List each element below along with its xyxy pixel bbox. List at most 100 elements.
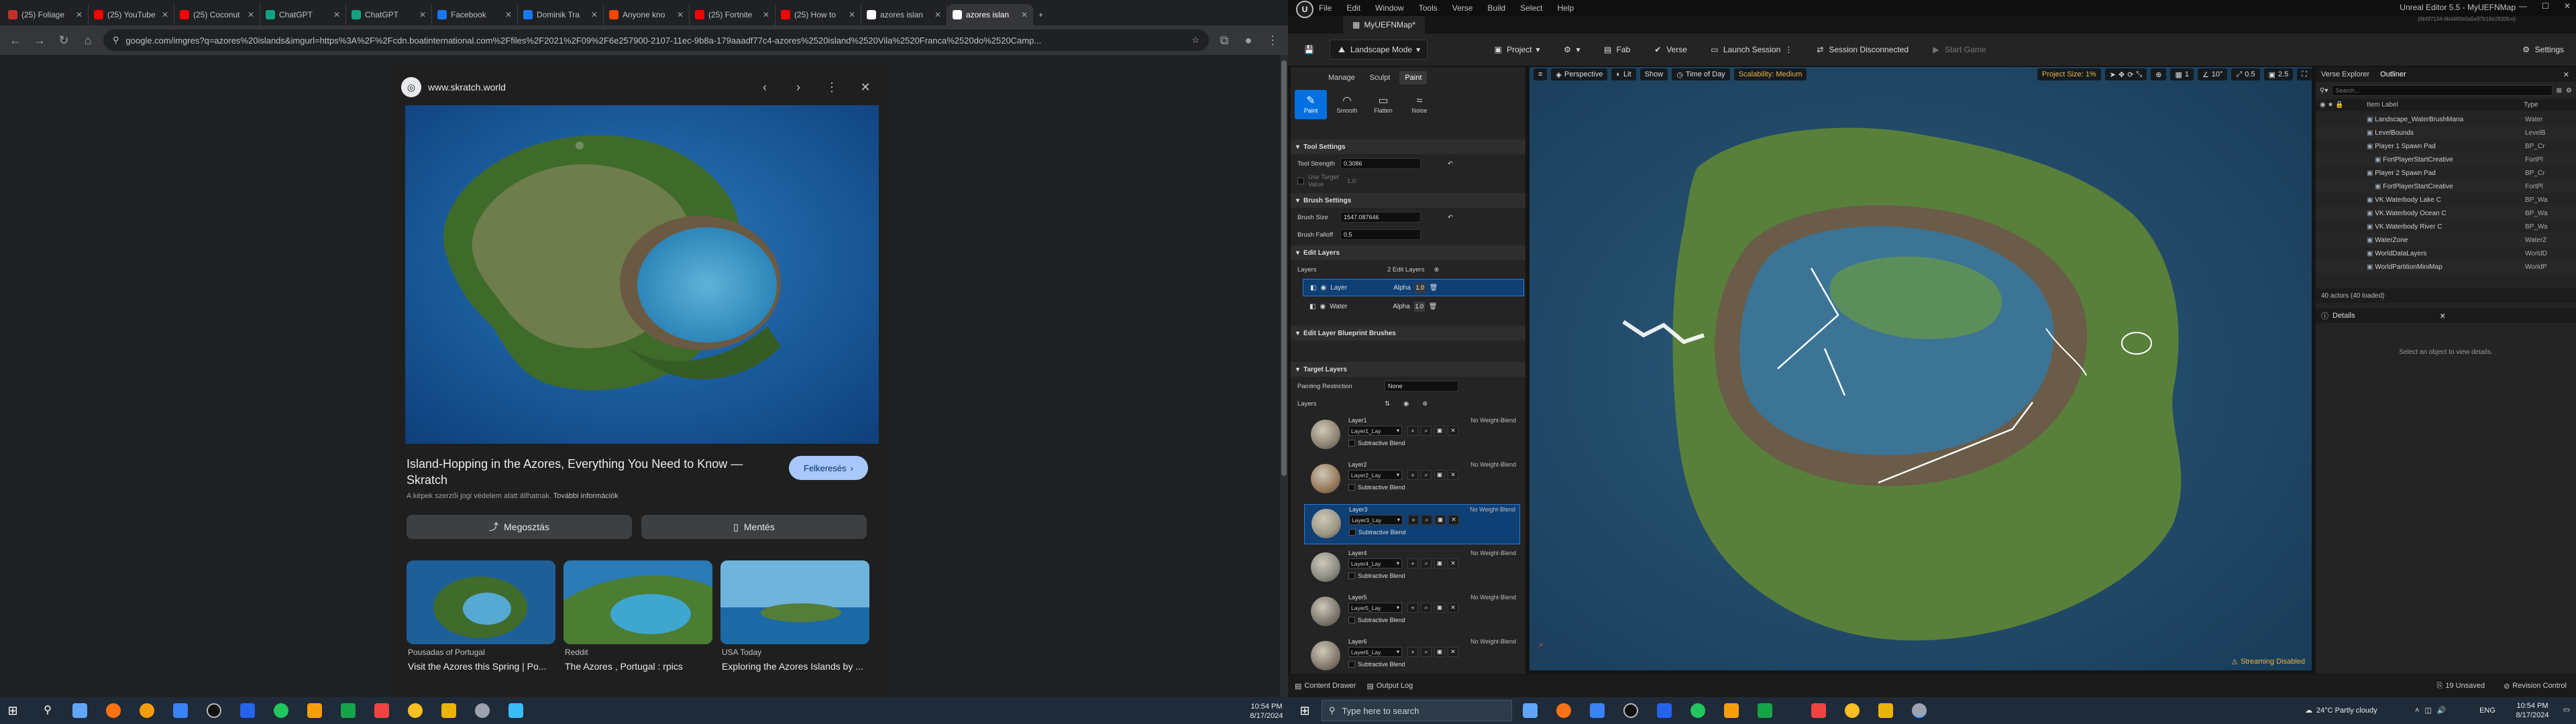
- subtractive-blend[interactable]: Subtractive Blend: [1348, 440, 1405, 446]
- tool-noise[interactable]: ≈ Noise: [1403, 90, 1436, 119]
- bp-brushes-header[interactable]: ▾ Edit Layer Blueprint Brushes: [1291, 326, 1525, 341]
- add-layer-info-icon[interactable]: +: [1407, 470, 1418, 480]
- edit-layers-header[interactable]: ▾ Edit Layers: [1291, 245, 1525, 260]
- browser-tab[interactable]: (25) Coconut ✕: [174, 4, 260, 25]
- related-caption-3[interactable]: Exploring the Azores Islands by ...: [722, 661, 871, 672]
- related-source-3[interactable]: USA Today: [722, 648, 761, 657]
- delete-icon[interactable]: ✕: [1448, 426, 1458, 436]
- sort-icon[interactable]: ⇅: [1385, 400, 1390, 408]
- browse-icon[interactable]: ⌕: [1421, 558, 1432, 568]
- scale-snap-button[interactable]: ⤢ 0.5: [2231, 68, 2260, 80]
- outliner-row[interactable]: ▣ WaterZone WaterZ: [2316, 233, 2576, 247]
- save-icon[interactable]: ▣: [1434, 558, 1445, 568]
- menu-item[interactable]: Help: [1557, 3, 1574, 13]
- browser-tab[interactable]: (25) YouTube ✕: [89, 4, 174, 25]
- left-brave-icon[interactable]: [374, 703, 389, 718]
- site-name[interactable]: www.skratch.world: [428, 82, 745, 93]
- subtractive-blend[interactable]: Subtractive Blend: [1348, 572, 1405, 579]
- close-tab-icon[interactable]: ✕: [248, 10, 254, 19]
- left-edge-icon[interactable]: [173, 703, 188, 718]
- select-icon[interactable]: ➤: [2110, 70, 2116, 79]
- subtractive-blend[interactable]: Subtractive Blend: [1348, 617, 1405, 623]
- show-button[interactable]: Show: [1640, 68, 1668, 80]
- fab-button[interactable]: ▤ Fab: [1597, 40, 1638, 60]
- browse-icon[interactable]: ⌕: [1421, 515, 1432, 525]
- browser-tab[interactable]: (25) Foliage ✕: [3, 4, 89, 25]
- brush-size-input[interactable]: 1547.087646: [1340, 212, 1421, 223]
- back-icon[interactable]: ←: [7, 32, 24, 49]
- layer-info-select[interactable]: Layer6_Lay ▾: [1348, 647, 1402, 657]
- reset-icon[interactable]: ↶: [1448, 214, 1453, 221]
- site-info-icon[interactable]: ⚲: [113, 35, 119, 46]
- project-button[interactable]: ▣ Project ▾: [1487, 40, 1546, 60]
- subtractive-blend[interactable]: Subtractive Blend: [1348, 484, 1405, 491]
- related-image-2[interactable]: [564, 560, 712, 644]
- target-value-checkbox[interactable]: [1297, 178, 1304, 184]
- close-tab-icon[interactable]: ✕: [1021, 10, 1028, 19]
- col-type[interactable]: Type: [2524, 101, 2538, 109]
- subtractive-checkbox[interactable]: [1348, 617, 1355, 623]
- close-tab-icon[interactable]: ✕: [162, 10, 168, 19]
- close-tab-icon[interactable]: ✕: [76, 10, 83, 19]
- settings-icon[interactable]: ⚙: [2566, 87, 2572, 95]
- add-layer-info-icon[interactable]: +: [1407, 558, 1418, 568]
- close-tab-icon[interactable]: ✕: [849, 10, 855, 19]
- delete-icon[interactable]: ✕: [1448, 603, 1458, 613]
- menu-item[interactable]: Select: [1520, 3, 1542, 13]
- notification-icon[interactable]: ▭: [2560, 705, 2573, 715]
- project-size-button[interactable]: Project Size: 1%: [2037, 68, 2101, 80]
- browser-tab[interactable]: Dominik Tra ✕: [518, 4, 604, 25]
- subtractive-checkbox[interactable]: [1348, 484, 1355, 491]
- tab-manage[interactable]: Manage: [1323, 71, 1360, 84]
- visit-button[interactable]: Felkeresés ›: [789, 456, 868, 480]
- add-target-icon[interactable]: ⊕: [1422, 400, 1428, 408]
- left-app-icon[interactable]: [140, 703, 154, 718]
- brush-settings-header[interactable]: ▾ Brush Settings: [1291, 193, 1525, 208]
- menu-icon[interactable]: ⋮: [1264, 32, 1281, 49]
- add-layer-info-icon[interactable]: +: [1407, 647, 1418, 657]
- tab-paint[interactable]: Paint: [1399, 71, 1428, 84]
- browser-tab[interactable]: Facebook ✕: [432, 4, 518, 25]
- start-game-button[interactable]: ▶ Start Game: [1925, 40, 1992, 60]
- browser-tab[interactable]: azores islan ✕: [947, 4, 1033, 25]
- close-tab-icon[interactable]: ✕: [934, 10, 941, 19]
- close-tab-icon[interactable]: ✕: [2563, 70, 2569, 79]
- save-button[interactable]: ▯ Mentés: [641, 515, 867, 539]
- left-clock[interactable]: 10:54 PM 8/17/2024: [1246, 702, 1287, 721]
- subtractive-checkbox[interactable]: [1349, 529, 1356, 536]
- chrome-icon[interactable]: [1845, 703, 1860, 718]
- paint-layer-row[interactable]: Layer6 No Weight-Blend Layer6_Lay ▾ + ⌕ ▣ ✕ Subt…: [1304, 637, 1520, 677]
- edit-layer-name[interactable]: Layer: [1330, 284, 1384, 292]
- app-icon[interactable]: [1724, 703, 1739, 718]
- paint-layer-row[interactable]: Layer3 No Weight-Blend Layer3_Lay ▾ + ⌕ ▣ ✕ Subt…: [1304, 504, 1520, 544]
- content-drawer-button[interactable]: ▤ Content Drawer: [1295, 682, 1356, 690]
- save-icon[interactable]: ▣: [1434, 647, 1445, 657]
- outliner-row[interactable]: ▣ WorldDataLayers WorldD: [2316, 247, 2576, 260]
- close-window-icon[interactable]: ✕: [2564, 1, 2571, 11]
- unreal-icon[interactable]: [1623, 703, 1638, 718]
- paint-layer-row[interactable]: Layer1 No Weight-Blend Layer1_Lay ▾ + ⌕ ▣ ✕ Subt…: [1304, 416, 1520, 456]
- volume-icon[interactable]: 🔊: [2437, 706, 2447, 715]
- outliner-row[interactable]: ▣ FortPlayerStartCreative FortPl: [2316, 180, 2576, 193]
- left-shield-icon[interactable]: [240, 703, 255, 718]
- painting-restriction-select[interactable]: None: [1385, 381, 1458, 391]
- outliner-row[interactable]: ▣ Player 2 Spawn Pad BP_Cr: [2316, 166, 2576, 180]
- scale-icon[interactable]: ⤡: [2136, 70, 2142, 79]
- menu-item[interactable]: Verse: [1452, 3, 1473, 13]
- address-bar[interactable]: ⚲ google.com/imgres?q=azores%20islands&i…: [103, 29, 1209, 51]
- outliner-row[interactable]: ▣ VK.Waterbody Lake C BP_Wa: [2316, 193, 2576, 206]
- spotify-icon[interactable]: [1690, 703, 1705, 718]
- explorer-icon[interactable]: [1878, 703, 1893, 718]
- subtractive-blend[interactable]: Subtractive Blend: [1349, 529, 1406, 536]
- related-caption-1[interactable]: Visit the Azores this Spring | Po...: [408, 661, 557, 672]
- layer-info-select[interactable]: Layer2_Lay ▾: [1348, 470, 1402, 480]
- layer-info-select[interactable]: Layer1_Lay ▾: [1348, 426, 1402, 436]
- tool-flatten[interactable]: ▭ Flatten: [1367, 90, 1399, 119]
- left-search-icon[interactable]: ⚲: [40, 703, 55, 718]
- left-app5-icon[interactable]: [508, 703, 523, 718]
- more-info-link[interactable]: További információk: [553, 492, 619, 500]
- app2-icon[interactable]: [1758, 703, 1772, 718]
- browse-icon[interactable]: ⌕: [1421, 470, 1432, 480]
- delete-icon[interactable]: 🗑: [1430, 284, 1438, 292]
- outliner-row[interactable]: ▣ VK.Waterbody River C BP_Wa: [2316, 220, 2576, 233]
